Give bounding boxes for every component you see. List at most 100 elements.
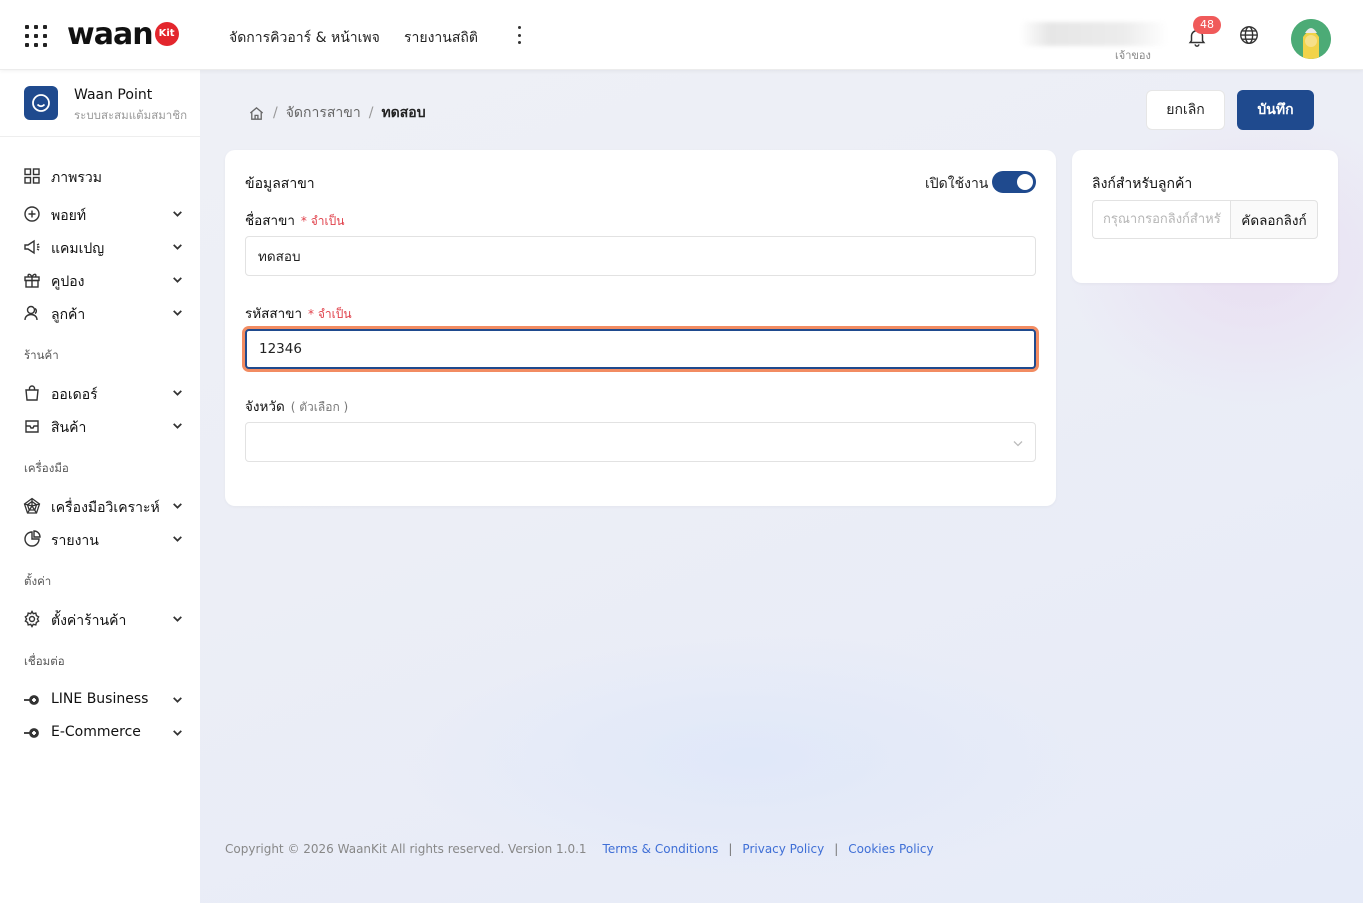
sidebar-item-points[interactable]: พอยท์ — [0, 198, 200, 228]
sidebar-item-overview[interactable]: ภาพรวม — [0, 160, 200, 190]
chevron-down-icon — [173, 390, 182, 396]
home-icon[interactable] — [248, 105, 265, 122]
sidebar-item-label: ลูกค้า — [51, 307, 86, 323]
waankit-logo[interactable]: waan Kit — [67, 16, 179, 52]
active-toggle[interactable] — [992, 171, 1036, 193]
chevron-down-icon — [173, 730, 182, 736]
sidebar-item-coupons[interactable]: คูปอง — [0, 264, 200, 294]
customer-link-card: ลิงก์สำหรับลูกค้า คัดลอกลิงก์ — [1072, 150, 1338, 283]
more-menu-icon[interactable] — [512, 24, 526, 46]
province-label-text: จังหวัด — [245, 399, 285, 415]
chevron-down-icon — [1013, 441, 1023, 447]
sidebar-section-settings: ตั้งค่า — [24, 574, 52, 588]
sidebar-item-label: ตั้งค่าร้านค้า — [51, 613, 127, 629]
branch-name-label: ชื่อสาขา * จำเป็น — [245, 209, 344, 231]
nav-statistics-report[interactable]: รายงานสถิติ — [404, 27, 478, 49]
waan-point-logo-icon — [24, 86, 58, 120]
sidebar-item-campaigns[interactable]: แคมเปญ — [0, 231, 200, 261]
sidebar-item-label: ภาพรวม — [51, 170, 102, 186]
nav-qr-pages[interactable]: จัดการคิวอาร์ & หน้าเพจ — [229, 27, 380, 49]
branch-code-label-text: รหัสสาขา — [245, 306, 303, 322]
chevron-down-icon — [173, 211, 182, 217]
logo-text: waan — [67, 16, 154, 52]
sidebar-section-connect: เชื่อมต่อ — [24, 654, 65, 668]
sidebar-item-products[interactable]: สินค้า — [0, 410, 200, 440]
analysis-icon — [23, 497, 41, 514]
user-name-redacted[interactable] — [1020, 22, 1168, 46]
save-button[interactable]: บันทึก — [1237, 90, 1314, 130]
branch-code-label: รหัสสาขา * จำเป็น — [245, 302, 352, 324]
apps-grid-icon[interactable] — [25, 25, 47, 47]
sidebar-item-customers[interactable]: ลูกค้า — [0, 297, 200, 327]
sidebar-item-label: LINE Business — [51, 691, 149, 707]
plus-circle-icon — [24, 206, 40, 222]
pie-chart-icon — [24, 530, 41, 547]
branch-name-input[interactable] — [245, 236, 1036, 276]
logo-badge: Kit — [154, 22, 179, 46]
user-role: เจ้าของ — [1115, 49, 1151, 62]
breadcrumb-branch-management[interactable]: จัดการสาขา — [286, 102, 361, 124]
footer-separator: | — [834, 842, 839, 856]
active-toggle-label: เปิดใช้งาน — [925, 176, 989, 192]
plug-icon — [24, 695, 39, 705]
globe-icon[interactable] — [1238, 24, 1260, 46]
main-content: / จัดการสาขา / ทดสอบ ยกเลิก บันทึก ข้อมู… — [200, 70, 1363, 903]
sidebar-section-shop: ร้านค้า — [24, 348, 59, 362]
cookies-link[interactable]: Cookies Policy — [848, 842, 933, 856]
optional-marker: ( ตัวเลือก ) — [290, 400, 349, 414]
branch-info-title: ข้อมูลสาขา — [245, 176, 315, 192]
gear-icon — [24, 610, 40, 628]
breadcrumb: / จัดการสาขา / ทดสอบ — [248, 102, 426, 124]
sidebar-item-ecommerce[interactable]: E-Commerce — [0, 717, 200, 747]
province-select[interactable] — [245, 422, 1036, 462]
chevron-down-icon — [173, 697, 182, 703]
sidebar-item-label: ออเดอร์ — [51, 387, 98, 403]
gift-icon — [24, 273, 40, 288]
terms-link[interactable]: Terms & Conditions — [603, 842, 719, 856]
sidebar-section-tools: เครื่องมือ — [24, 461, 69, 475]
sidebar-item-label: คูปอง — [51, 274, 85, 290]
copyright-text: Copyright © 2026 WaanKit All rights rese… — [225, 842, 587, 856]
sidebar-item-label: เครื่องมือวิเคราะห์ — [51, 500, 160, 516]
chevron-down-icon — [173, 536, 182, 542]
footer-separator: | — [728, 842, 733, 856]
sidebar-item-reports[interactable]: รายงาน — [0, 523, 200, 553]
customer-link-input[interactable] — [1092, 200, 1231, 239]
branch-name-label-text: ชื่อสาขา — [245, 213, 295, 229]
sidebar-item-label: E-Commerce — [51, 724, 141, 740]
brand-header[interactable]: Waan Point ระบบสะสมแต้มสมาชิก — [0, 70, 200, 137]
users-icon — [24, 305, 38, 321]
megaphone-icon — [24, 239, 40, 255]
branch-code-input[interactable] — [245, 329, 1036, 369]
chevron-down-icon — [173, 423, 182, 429]
grid-icon — [24, 168, 40, 184]
sidebar-item-label: พอยท์ — [51, 208, 87, 224]
sidebar-item-orders[interactable]: ออเดอร์ — [0, 377, 200, 407]
sidebar-item-label: สินค้า — [51, 420, 87, 436]
box-icon — [25, 420, 39, 433]
province-label: จังหวัด ( ตัวเลือก ) — [245, 395, 348, 417]
notification-count-badge: 48 — [1193, 16, 1221, 34]
sidebar-item-shop-settings[interactable]: ตั้งค่าร้านค้า — [0, 603, 200, 633]
privacy-link[interactable]: Privacy Policy — [742, 842, 824, 856]
sidebar-item-line-business[interactable]: LINE Business — [0, 684, 200, 714]
bag-icon — [25, 385, 39, 401]
brand-name: Waan Point — [74, 87, 153, 103]
branch-info-card: ข้อมูลสาขา เปิดใช้งาน ชื่อสาขา * จำเป็น ร… — [225, 150, 1056, 506]
chevron-down-icon — [173, 277, 182, 283]
customer-link-title: ลิงก์สำหรับลูกค้า — [1092, 176, 1193, 192]
copy-link-button[interactable]: คัดลอกลิงก์ — [1230, 200, 1318, 239]
top-bar: waan Kit จัดการคิวอาร์ & หน้าเพจ รายงานส… — [0, 0, 1363, 70]
required-marker: * จำเป็น — [308, 307, 352, 321]
avatar[interactable] — [1291, 19, 1331, 59]
chevron-down-icon — [173, 310, 182, 316]
breadcrumb-current: ทดสอบ — [381, 105, 426, 121]
sidebar-item-label: รายงาน — [51, 533, 99, 549]
footer: Copyright © 2026 WaanKit All rights rese… — [225, 842, 934, 856]
chevron-down-icon — [173, 244, 182, 250]
required-marker: * จำเป็น — [300, 214, 345, 228]
sidebar: Waan Point ระบบสะสมแต้มสมาชิก ภาพรวม พอย… — [0, 70, 200, 903]
sidebar-item-analytics-tools[interactable]: เครื่องมือวิเคราะห์ — [0, 490, 200, 520]
cancel-button[interactable]: ยกเลิก — [1146, 90, 1225, 130]
plug-icon — [24, 728, 39, 738]
